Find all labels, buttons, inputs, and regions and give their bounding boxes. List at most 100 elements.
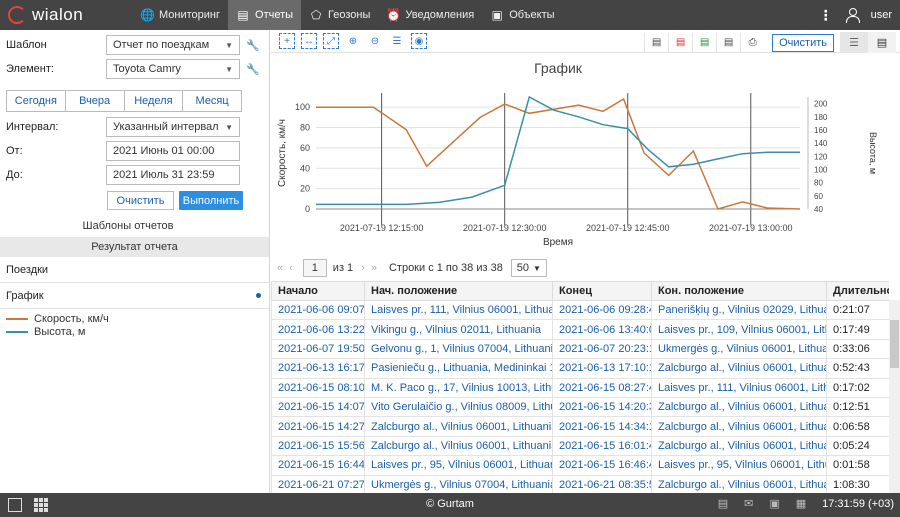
- period-month-button[interactable]: Месяц: [183, 91, 241, 111]
- cell-start[interactable]: 2021-06-21 07:27:21: [271, 474, 365, 493]
- cell-end-location[interactable]: Panerišķių g., Vilnius 02029, Lithuania: [651, 299, 827, 321]
- zoom-xy-select-icon[interactable]: +: [279, 33, 295, 49]
- wrench-icon[interactable]: 🔧: [246, 39, 260, 52]
- cell-end-location[interactable]: Laisves pr., 111, Vilnius 06001, Lithuan…: [651, 377, 827, 398]
- cell-end-location[interactable]: Laisves pr., 95, Vilnius 06001, Lithuani…: [651, 455, 827, 476]
- cell-end-location[interactable]: Zalcburgo al., Vilnius 06001, Lithuania: [651, 474, 827, 493]
- element-select[interactable]: Toyota Camry ▼: [106, 59, 240, 79]
- column-header-end-location[interactable]: Кон. положение: [651, 281, 827, 301]
- nav-item-geofences[interactable]: ⬠ Геозоны: [301, 0, 378, 30]
- cell-end[interactable]: 2021-06-21 08:35:51: [552, 474, 652, 493]
- table-row[interactable]: 2021-06-21 07:27:21Ukmergės g., Vilnius …: [271, 474, 889, 493]
- cell-end[interactable]: 2021-06-13 17:10:19: [552, 358, 652, 379]
- cell-start[interactable]: 2021-06-06 09:07:37: [271, 299, 365, 321]
- page-size-select[interactable]: 50 ▼: [510, 259, 547, 277]
- cell-start[interactable]: 2021-06-15 15:56:25: [271, 435, 365, 457]
- clear-form-button[interactable]: Очистить: [107, 191, 174, 210]
- print-icon[interactable]: ⎙: [740, 32, 764, 53]
- zoom-x-select-icon[interactable]: ↔: [301, 33, 317, 49]
- pdf-icon[interactable]: ▤: [668, 32, 692, 53]
- cell-start-location[interactable]: Vito Gerulaičio g., Vilnius 08009, Lithu…: [364, 396, 553, 418]
- zoom-in-icon[interactable]: ⊕: [345, 33, 361, 49]
- tablet-icon[interactable]: ▤: [718, 497, 728, 510]
- clear-report-button[interactable]: Очистить: [772, 33, 834, 52]
- scrollbar-thumb[interactable]: [890, 320, 899, 368]
- table-row[interactable]: 2021-06-06 13:22:11Vikingu g., Vilnius 0…: [271, 319, 889, 340]
- cell-end[interactable]: 2021-06-07 20:23:17: [552, 338, 652, 360]
- prev-page-icon[interactable]: ‹: [289, 262, 293, 274]
- cell-end[interactable]: 2021-06-15 14:34:18: [552, 416, 652, 437]
- chart-svg[interactable]: График 0 20 40 60 80 100 40 60 80 100 120 140 160 180 2…: [271, 53, 900, 255]
- cell-start-location[interactable]: Vikingu g., Vilnius 02011, Lithuania: [364, 319, 553, 340]
- wrench-icon[interactable]: 🔧: [246, 63, 260, 76]
- nav-item-units[interactable]: ▣ Объекты: [482, 0, 562, 30]
- zoom-out-icon[interactable]: ⊖: [367, 33, 383, 49]
- document-icon[interactable]: ▤: [644, 32, 668, 53]
- column-header-start[interactable]: Начало: [271, 281, 365, 301]
- legend-item-speed[interactable]: Скорость, км/ч: [6, 312, 109, 325]
- column-header-duration[interactable]: Длительность: [826, 281, 889, 301]
- table-row[interactable]: 2021-06-15 15:56:25Zalcburgo al., Vilniu…: [271, 435, 889, 457]
- period-today-button[interactable]: Сегодня: [7, 91, 66, 111]
- cell-start-location[interactable]: Laisves pr., 111, Vilnius 06001, Lithuan…: [364, 299, 553, 321]
- cell-end[interactable]: 2021-06-06 09:28:44: [552, 299, 652, 321]
- cell-end-location[interactable]: Zalcburgo al., Vilnius 06001, Lithuania: [651, 416, 827, 437]
- nav-item-monitoring[interactable]: 🌐 Мониторинг: [132, 0, 228, 30]
- messages-icon[interactable]: ✉: [744, 497, 753, 510]
- last-page-icon[interactable]: »: [371, 262, 377, 274]
- zoom-fit-icon[interactable]: ⤢: [323, 33, 339, 49]
- calculator-icon[interactable]: ▦: [796, 497, 806, 510]
- cell-start-location[interactable]: Zalcburgo al., Vilnius 06001, Lithuania: [364, 416, 553, 437]
- table-row[interactable]: 2021-06-15 08:10:38M. K. Paco g., 17, Vi…: [271, 377, 889, 398]
- user-name[interactable]: user: [871, 9, 892, 21]
- excel-icon[interactable]: ▤: [692, 32, 716, 53]
- report-templates-link[interactable]: Шаблоны отчетов: [0, 220, 256, 232]
- cell-start[interactable]: 2021-06-15 08:10:38: [271, 377, 365, 398]
- table-row[interactable]: 2021-06-07 19:50:11Gelvonu g., 1, Vilniu…: [271, 338, 889, 360]
- cell-start-location[interactable]: Laisves pr., 95, Vilnius 06001, Lithuani…: [364, 455, 553, 476]
- image-icon[interactable]: ▣: [769, 497, 779, 510]
- from-date-field[interactable]: 2021 Июнь 01 00:00: [106, 141, 240, 161]
- column-header-end[interactable]: Конец: [552, 281, 652, 301]
- cell-start[interactable]: 2021-06-06 13:22:11: [271, 319, 365, 340]
- column-header-start-location[interactable]: Нач. положение: [364, 281, 553, 301]
- list-icon[interactable]: ☰: [389, 33, 405, 49]
- table-row[interactable]: 2021-06-15 14:27:20Zalcburgo al., Vilniu…: [271, 416, 889, 437]
- cell-end-location[interactable]: Zalcburgo al., Vilnius 06001, Lithuania: [651, 358, 827, 379]
- table-row[interactable]: 2021-06-06 09:07:37Laisves pr., 111, Vil…: [271, 299, 889, 321]
- nav-item-reports[interactable]: ▤ Отчеты: [228, 0, 302, 30]
- cell-start-location[interactable]: Pasienieču g., Lithuania, Medininkai 130…: [364, 358, 553, 379]
- more-menu-icon[interactable]: ⋮: [819, 7, 833, 24]
- nav-item-notifications[interactable]: ⏰ Уведомления: [378, 0, 482, 30]
- cell-start-location[interactable]: Ukmergės g., Vilnius 07004, Lithuania: [364, 474, 553, 493]
- cell-end-location[interactable]: Ukmergės g., Vilnius 06001, Lithuania: [651, 338, 827, 360]
- run-report-button[interactable]: Выполнить: [179, 191, 243, 210]
- export-icon[interactable]: ▤: [716, 32, 740, 53]
- map-icon[interactable]: ☰: [840, 32, 868, 53]
- table-row[interactable]: 2021-06-15 16:44:43Laisves pr., 95, Viln…: [271, 455, 889, 476]
- result-item-chart[interactable]: График: [0, 283, 269, 309]
- next-page-icon[interactable]: ›: [361, 262, 365, 274]
- speed-series-line[interactable]: [316, 97, 801, 210]
- wialon-logo[interactable]: wialon: [8, 4, 128, 26]
- page-number-input[interactable]: 1: [302, 259, 327, 277]
- table-scrollbar[interactable]: [889, 300, 900, 493]
- to-date-field[interactable]: 2021 Июль 31 23:59: [106, 165, 240, 185]
- cell-end[interactable]: 2021-06-15 14:20:37: [552, 396, 652, 418]
- user-icon[interactable]: [845, 8, 860, 23]
- template-select[interactable]: Отчет по поездкам ▼: [106, 35, 240, 55]
- period-yesterday-button[interactable]: Вчера: [65, 91, 125, 111]
- cell-end-location[interactable]: Zalcburgo al., Vilnius 06001, Lithuania: [651, 396, 827, 418]
- cell-end[interactable]: 2021-06-15 16:01:49: [552, 435, 652, 457]
- camera-icon[interactable]: ◉: [411, 33, 427, 49]
- cell-start[interactable]: 2021-06-07 19:50:11: [271, 338, 365, 360]
- table-row[interactable]: 2021-06-13 16:17:36Pasienieču g., Lithua…: [271, 358, 889, 379]
- cell-start-location[interactable]: M. K. Paco g., 17, Vilnius 10013, Lithua…: [364, 377, 553, 398]
- result-item-trips[interactable]: Поездки: [0, 257, 269, 283]
- cell-end[interactable]: 2021-06-06 13:40:00: [552, 319, 652, 340]
- cell-start[interactable]: 2021-06-13 16:17:36: [271, 358, 365, 379]
- cell-end-location[interactable]: Laisves pr., 109, Vilnius 06001, Lithuan…: [651, 319, 827, 340]
- first-page-icon[interactable]: «: [277, 262, 283, 274]
- legend-item-altitude[interactable]: Высота, м: [6, 325, 109, 338]
- cell-start[interactable]: 2021-06-15 14:07:46: [271, 396, 365, 418]
